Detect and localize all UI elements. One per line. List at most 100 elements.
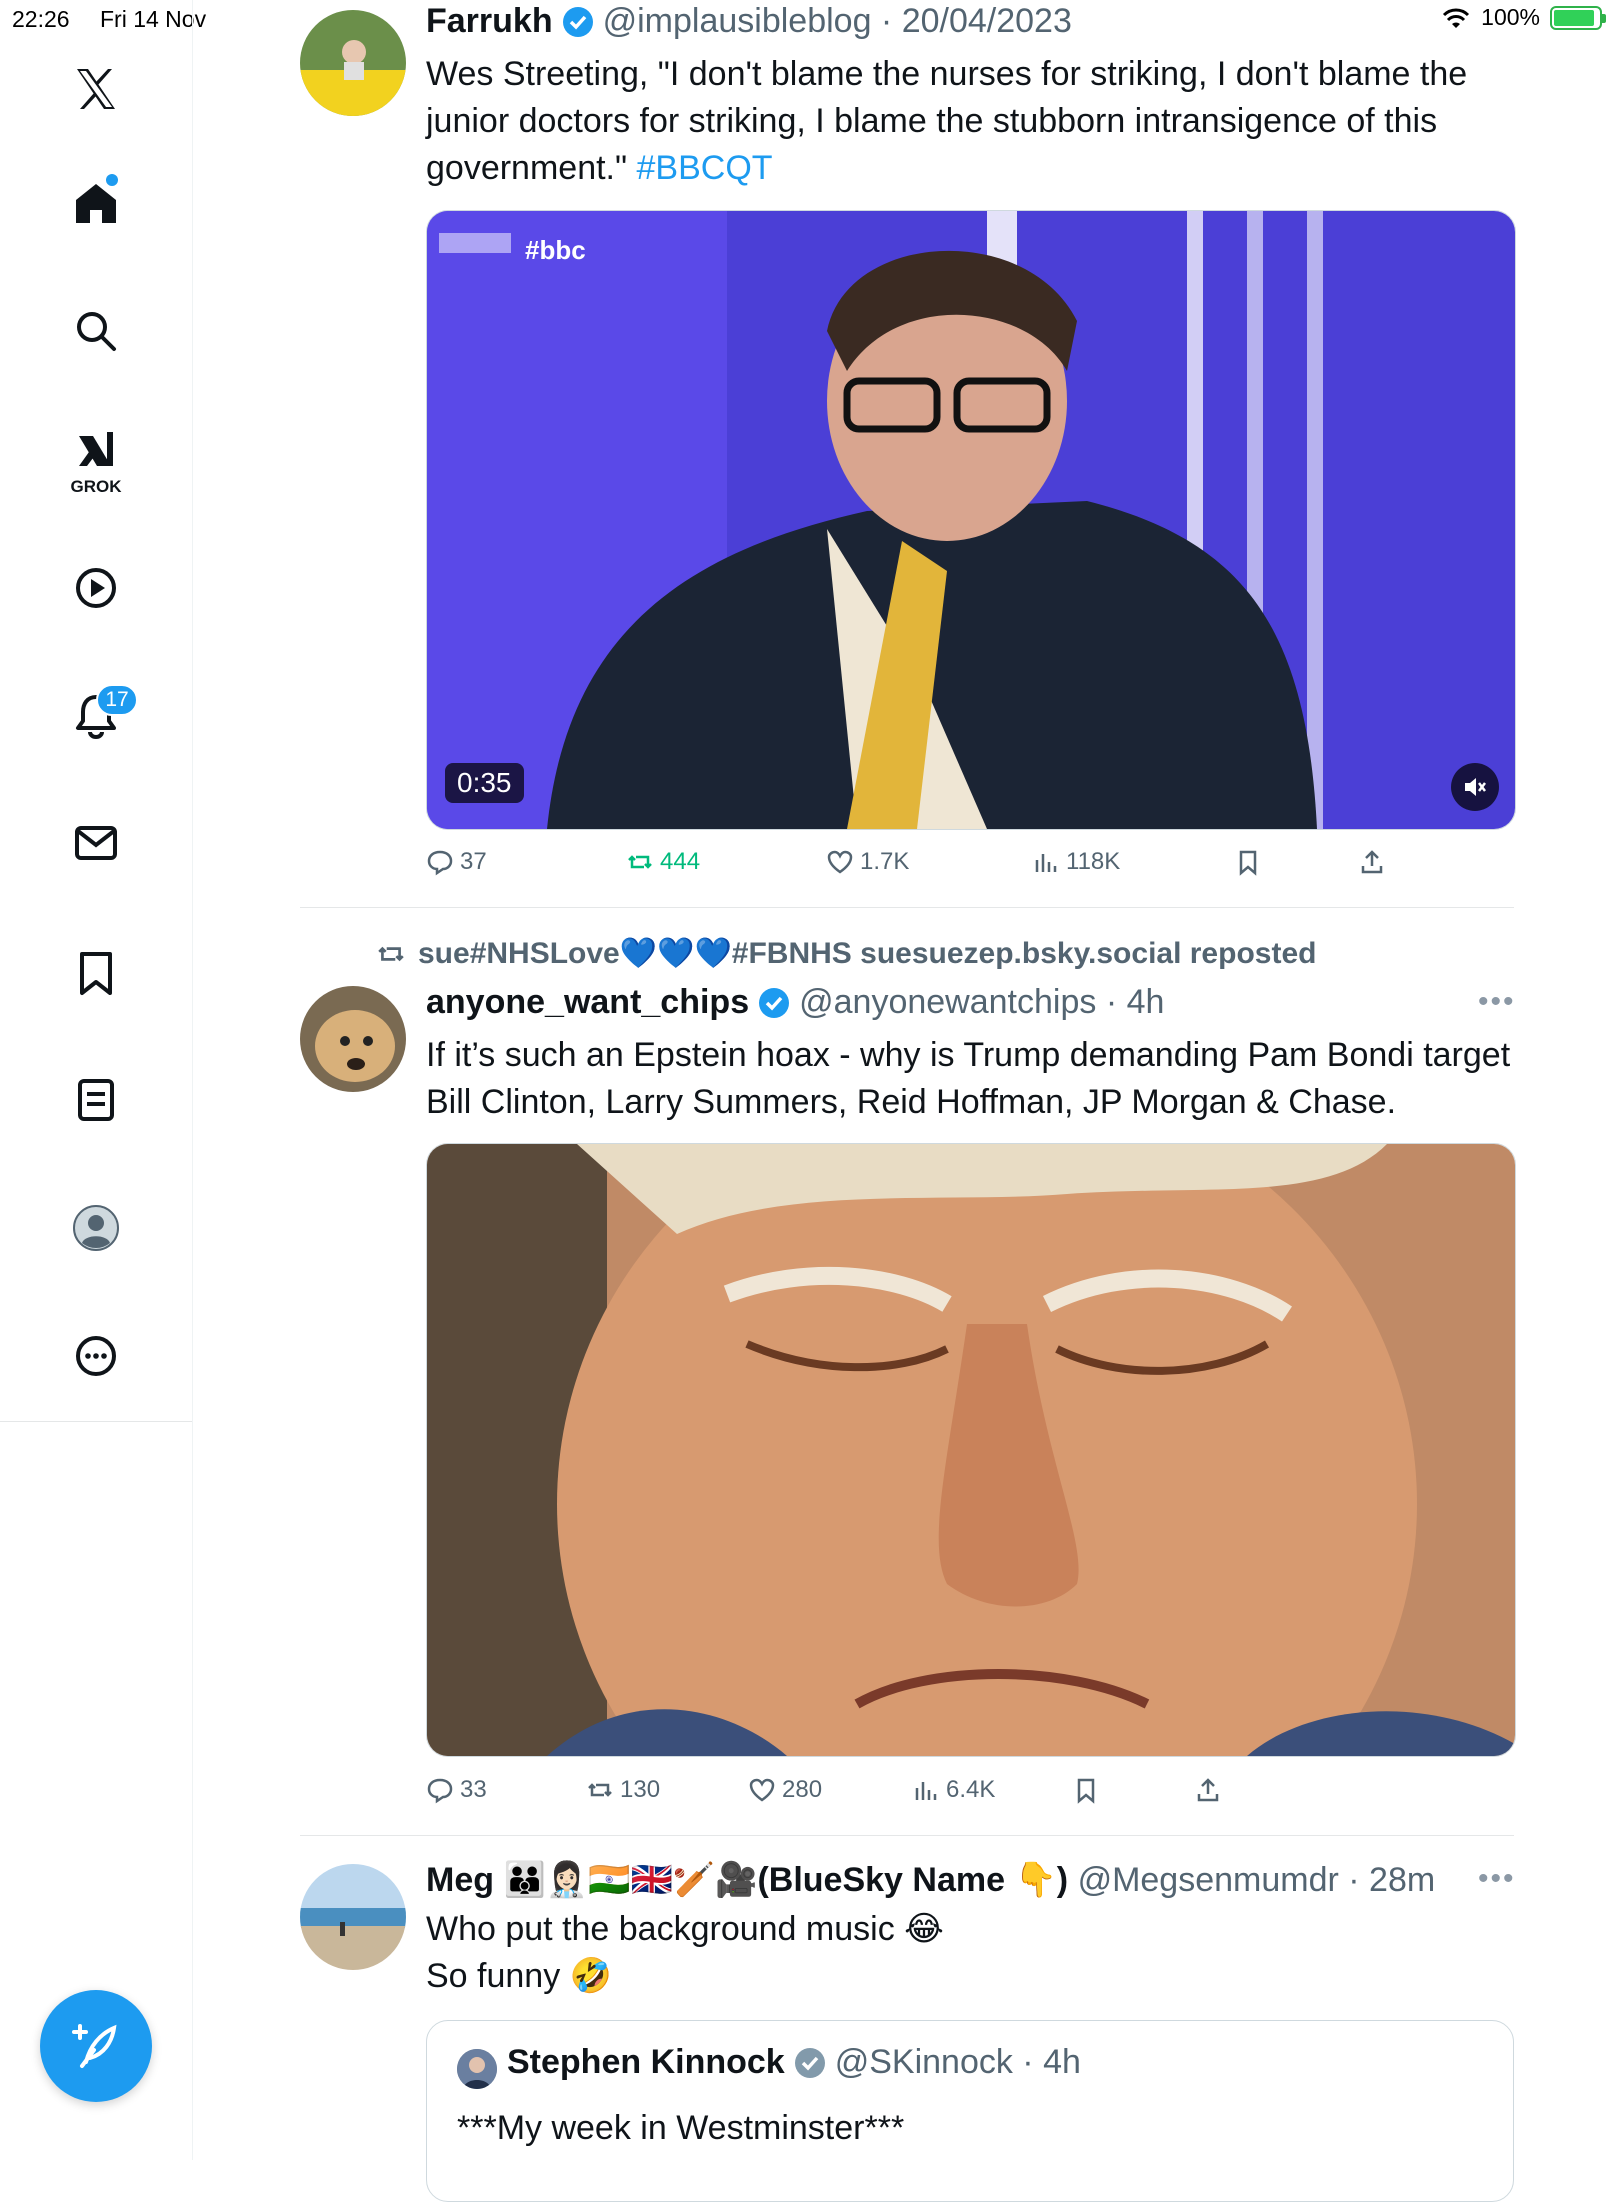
video-icon[interactable]: [63, 555, 129, 621]
views-count: 118K: [1066, 848, 1121, 875]
x-logo-icon[interactable]: [63, 56, 129, 122]
share-button[interactable]: [1358, 848, 1386, 876]
tweet1-handle[interactable]: @implausibleblog: [603, 2, 872, 41]
tweet3-time[interactable]: 28m: [1369, 1861, 1435, 1900]
repost-count: 130: [620, 1776, 661, 1803]
quoted-text: ***My week in Westminster***: [457, 2109, 905, 2147]
share-icon: [1361, 850, 1383, 874]
reposted-by-text: sue#NHSLove💙💙💙#FBNHS suesuezep.bsky.soci…: [418, 937, 1317, 970]
reply-icon: [427, 1778, 453, 1804]
avatar-meg[interactable]: [300, 1864, 406, 1970]
heart-icon: [749, 1778, 775, 1802]
muted-speaker-icon: [1465, 778, 1486, 796]
heart-icon: [827, 850, 853, 874]
tweet1-author-name[interactable]: Farrukh: [426, 2, 553, 41]
profile-icon[interactable]: [63, 1195, 129, 1261]
tweet2-image[interactable]: [426, 1143, 1516, 1757]
avatar-anyone-want-chips[interactable]: [300, 986, 406, 1092]
tweet1-time[interactable]: 20/04/2023: [902, 2, 1072, 41]
tweet-separator: [300, 1835, 1514, 1836]
reposted-by-line[interactable]: sue#NHSLove💙💙💙#FBNHS suesuezep.bsky.soci…: [376, 936, 1316, 971]
compose-post-button[interactable]: [40, 1990, 152, 2102]
tweet2-header: anyone_want_chips @anyonewantchips · 4h: [426, 983, 1165, 1022]
notifications-badge: 17: [96, 684, 138, 716]
tweet1-actions: 37 444 1.7K 118K: [426, 848, 1426, 888]
tweet3-text-line2: So funny 🤣: [426, 1957, 612, 1995]
repost-button[interactable]: 130: [586, 1776, 660, 1804]
tweet-separator: [300, 907, 1514, 908]
share-button[interactable]: [1194, 1776, 1222, 1804]
tweet3-text: Who put the background music 😂 So funny …: [426, 1906, 1516, 2000]
grok-icon[interactable]: [63, 418, 129, 484]
mute-button[interactable]: [1451, 763, 1499, 811]
home-icon[interactable]: [63, 170, 129, 236]
reply-icon: [427, 850, 453, 876]
tweet2-time[interactable]: 4h: [1127, 983, 1165, 1022]
views-button[interactable]: 6.4K: [912, 1776, 995, 1804]
quoted-avatar: [457, 2049, 497, 2089]
status-right: 100%: [1441, 4, 1606, 31]
lists-icon[interactable]: [63, 1067, 129, 1133]
messages-icon[interactable]: [63, 810, 129, 876]
search-icon[interactable]: [63, 298, 129, 364]
tweet3-more-button[interactable]: •••: [1478, 1862, 1516, 1896]
battery-icon: [1550, 5, 1606, 30]
battery-percent: 100%: [1481, 4, 1540, 30]
bookmark-icon: [1077, 1778, 1095, 1804]
tweet1-text: Wes Streeting, "I don't blame the nurses…: [426, 51, 1516, 192]
repost-count: 444: [660, 848, 701, 875]
avatar-farrukh[interactable]: [300, 10, 406, 116]
like-count: 1.7K: [860, 848, 910, 875]
grok-label: GROK: [70, 477, 122, 496]
video-watermark: #bbc: [525, 235, 586, 265]
quoted-author-name: Stephen Kinnock: [507, 2043, 785, 2081]
tweet1-text-main: Wes Streeting, "I don't blame the nurses…: [426, 55, 1468, 187]
verified-badge-icon: [562, 6, 593, 37]
like-count: 280: [782, 1776, 823, 1803]
compose-feather-icon: [72, 2024, 117, 2068]
views-button[interactable]: 118K: [1032, 848, 1120, 876]
tweet2-author-name[interactable]: anyone_want_chips: [426, 983, 749, 1022]
tweet2-more-button[interactable]: •••: [1478, 985, 1516, 1019]
tweet2-text: If it’s such an Epstein hoax - why is Tr…: [426, 1036, 1511, 1121]
more-icon[interactable]: [63, 1323, 129, 1389]
tweet2-actions: 33 130 280 6.4K: [426, 1776, 1426, 1816]
verified-badge-icon: [759, 987, 790, 1018]
reply-count: 37: [460, 848, 487, 875]
quoted-tweet[interactable]: Stephen Kinnock @SKinnock · 4h ***My wee…: [426, 2020, 1514, 2202]
reply-button[interactable]: 37: [426, 848, 487, 876]
tweet1-video[interactable]: #bbc 0:35: [426, 210, 1516, 830]
repost-button[interactable]: 444: [626, 848, 700, 876]
verified-badge-icon: [794, 2047, 825, 2078]
home-notification-dot: [106, 174, 118, 186]
repost-indicator-icon: [378, 946, 404, 961]
bookmark-button[interactable]: [1072, 1776, 1100, 1804]
sidebar: GROK 17: [0, 0, 193, 2160]
tweet2-handle[interactable]: @anyonewantchips: [799, 983, 1096, 1022]
reply-count: 33: [460, 1776, 487, 1803]
views-count: 6.4K: [946, 1776, 996, 1803]
share-icon: [1197, 1778, 1219, 1802]
tweet3-text-line1: Who put the background music 😂: [426, 1910, 944, 1948]
repost-icon: [628, 855, 652, 869]
views-icon: [1035, 854, 1057, 872]
tweet1-hashtag[interactable]: #BBCQT: [637, 149, 773, 187]
bookmark-button[interactable]: [1234, 848, 1262, 876]
quoted-time: 4h: [1043, 2043, 1081, 2081]
reply-button[interactable]: 33: [426, 1776, 487, 1804]
video-duration: 0:35: [445, 763, 524, 803]
wifi-icon: [1443, 8, 1470, 28]
quoted-header: Stephen Kinnock @SKinnock · 4h: [507, 2043, 1081, 2081]
bookmark-icon: [1239, 850, 1257, 876]
like-button[interactable]: 280: [748, 1776, 822, 1804]
quoted-handle: @SKinnock: [834, 2043, 1013, 2081]
views-icon: [915, 1782, 937, 1800]
repost-icon: [588, 1783, 612, 1797]
tweet3-author-name[interactable]: Meg 👪👩🏻‍⚕️🇮🇳🇬🇧🏏🎥(BlueSky Name 👇): [426, 1860, 1068, 1900]
tweet3-header: Meg 👪👩🏻‍⚕️🇮🇳🇬🇧🏏🎥(BlueSky Name 👇) @Megsen…: [426, 1860, 1436, 1900]
sidebar-divider: [0, 1421, 192, 1422]
bookmarks-icon[interactable]: [63, 940, 129, 1006]
tweet1-header: Farrukh @implausibleblog · 20/04/2023: [426, 2, 1072, 41]
like-button[interactable]: 1.7K: [826, 848, 909, 876]
tweet3-handle[interactable]: @Megsenmumdr: [1078, 1861, 1339, 1900]
